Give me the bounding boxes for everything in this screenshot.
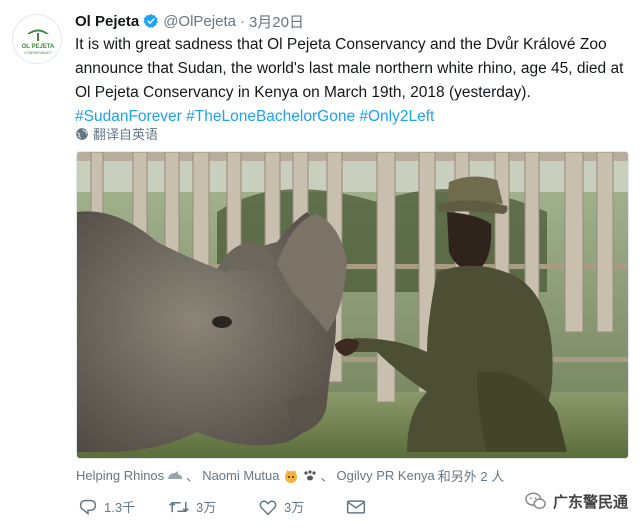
envelope-icon [346,499,366,514]
tweet-photo[interactable] [76,151,629,459]
cat-emoji-icon [284,469,297,483]
tag-name[interactable]: Naomi Mutua [202,468,279,483]
rhino-and-ranger-photo [77,152,628,458]
header-separator: · [239,12,245,30]
watermark-label: 广东警民通 [552,493,628,511]
author-avatar[interactable]: OL PEJETA CONSERVANCY [12,14,62,64]
tag-name[interactable]: Ogilvy PR Kenya [337,468,435,483]
like-button[interactable]: 3万 [258,497,346,516]
tag-separator: 、 [320,469,334,484]
tweet-text: It is with great sadness that Ol Pejeta … [75,36,624,101]
translate-tweet[interactable]: 翻译自英语 [75,124,158,143]
retweet-count: 3万 [196,500,217,515]
avatar-subtext: CONSERVANCY [24,51,52,55]
like-count: 3万 [284,500,305,515]
tag-separator: 、 [186,469,200,484]
translate-label: 翻译自英语 [93,127,159,142]
wechat-icon [525,492,546,510]
tag-name[interactable]: Helping Rhinos [76,468,164,483]
tweet-actions: 1.3千 3万 3万 [78,497,386,516]
retweet-icon [169,501,189,512]
tagged-users[interactable]: Helping Rhinos 、 Naomi Mutua 、 Ogilvy PR… [76,466,504,485]
reply-button[interactable]: 1.3千 [78,497,168,516]
rhino-emoji-icon [168,470,183,479]
hashtag-link[interactable]: #TheLoneBachelorGone [186,108,355,125]
tweet-date[interactable]: 3月20日 [249,11,304,32]
author-name[interactable]: Ol Pejeta [75,13,139,30]
paw-prints-icon [303,469,316,480]
tweet-header: Ol Pejeta @OlPejeta · 3月20日 [75,10,304,32]
ol-pejeta-logo-icon: OL PEJETA CONSERVANCY [14,16,61,63]
wechat-watermark: 广东警民通 [525,490,628,512]
heart-icon [259,499,277,515]
retweet-button[interactable]: 3万 [168,497,258,516]
tweet-body: It is with great sadness that Ol Pejeta … [75,33,631,129]
verified-badge-icon [143,14,159,28]
direct-message-button[interactable] [346,499,386,515]
author-handle[interactable]: @OlPejeta [163,13,236,30]
hashtag-link[interactable]: #SudanForever [75,108,182,125]
globe-icon [76,127,88,140]
reply-icon [79,499,97,515]
reply-count: 1.3千 [104,500,136,515]
avatar-text: OL PEJETA [22,44,55,50]
hashtag-link[interactable]: #Only2Left [359,108,434,125]
tag-more[interactable]: 和另外 2 人 [438,466,504,485]
